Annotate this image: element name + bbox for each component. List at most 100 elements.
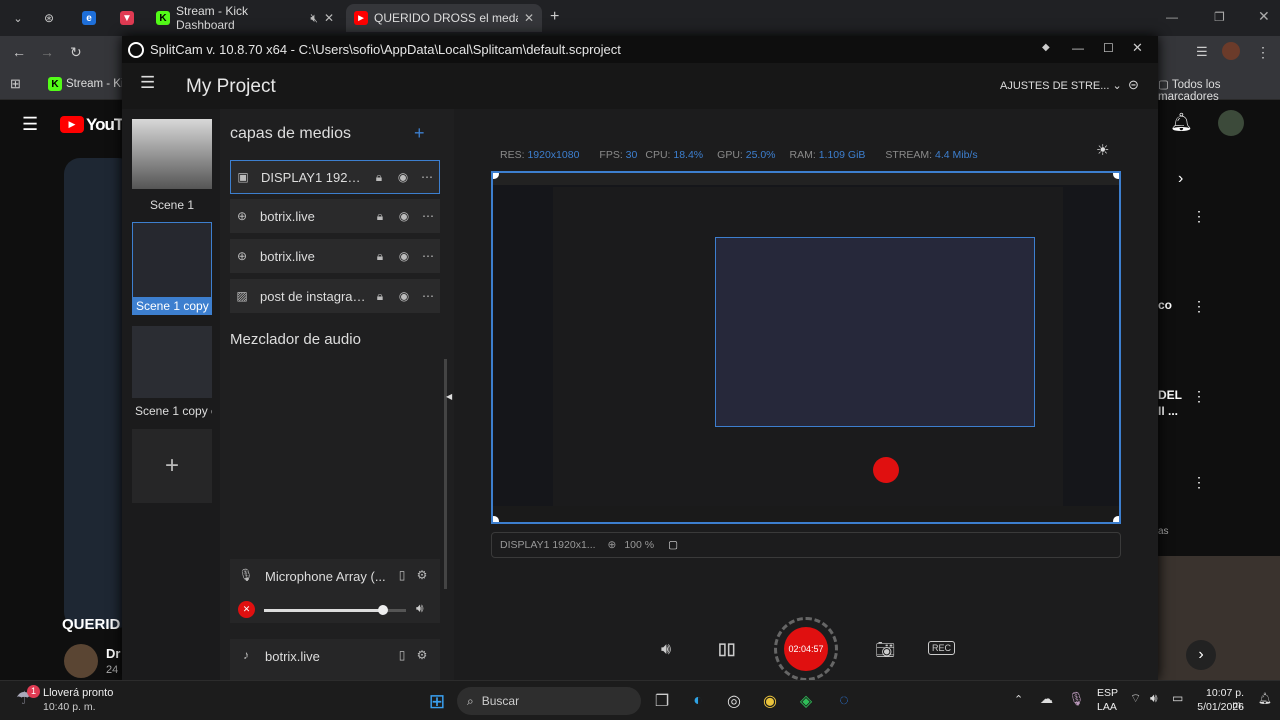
- battery-icon[interactable]: ▭: [1172, 691, 1183, 705]
- youtube-logo-icon[interactable]: ▶: [60, 116, 84, 133]
- notification-center-icon[interactable]: 🔔︎: [1258, 692, 1272, 705]
- notifications-icon[interactable]: 🔔︎: [1170, 112, 1193, 133]
- source-name[interactable]: DISPLAY1 1920x1...: [500, 539, 596, 551]
- add-scene-button[interactable]: +: [132, 429, 212, 503]
- gear-icon[interactable]: ⚙: [410, 563, 434, 587]
- link-icon[interactable]: ⊝: [1128, 77, 1139, 93]
- pinned-tab-2[interactable]: e: [74, 4, 104, 32]
- maximize-icon[interactable]: ☐: [1103, 41, 1114, 55]
- reload-icon[interactable]: ↻: [70, 44, 82, 61]
- taskbar-search[interactable]: ⌕ Buscar: [457, 687, 641, 715]
- pause-icon[interactable]: ▯▯: [718, 639, 736, 659]
- channel-avatar[interactable]: [64, 644, 98, 678]
- app-icon[interactable]: ◈: [792, 687, 820, 715]
- rec-icon[interactable]: REC: [928, 641, 956, 655]
- weather-title[interactable]: Lloverá pronto: [43, 687, 113, 699]
- hamburger-icon[interactable]: ☰: [22, 114, 38, 135]
- lock-icon[interactable]: 🔒︎: [368, 284, 392, 308]
- layer-item[interactable]: ▨ post de instagram... 🔒︎ ◉ ⋯: [230, 279, 440, 313]
- camera-icon[interactable]: 📷︎: [875, 640, 895, 660]
- mute-icon[interactable]: 🔇︎: [310, 11, 318, 26]
- volume-slider[interactable]: [264, 605, 406, 615]
- close-tab-icon[interactable]: ✕: [324, 11, 334, 25]
- preview-canvas[interactable]: [491, 171, 1121, 524]
- more-icon[interactable]: ⋮: [1192, 474, 1206, 491]
- resize-handle[interactable]: [1113, 516, 1119, 522]
- next-arrow-icon[interactable]: ›: [1186, 640, 1216, 670]
- user-avatar[interactable]: [1218, 110, 1244, 136]
- resize-handle[interactable]: [493, 516, 499, 522]
- more-icon[interactable]: ⋯: [416, 284, 440, 308]
- microphone-tray-icon[interactable]: 🎙︎: [1068, 691, 1085, 707]
- scene-label[interactable]: Scene 1: [132, 198, 212, 212]
- add-layer-button[interactable]: +: [414, 123, 425, 144]
- zoom-icon[interactable]: ⊕: [608, 539, 617, 551]
- sidebar-video-title[interactable]: co: [1158, 298, 1172, 312]
- cloud-icon[interactable]: ☁: [1040, 691, 1053, 707]
- fit-screen-icon[interactable]: ▢: [668, 539, 678, 551]
- project-name[interactable]: My Project: [186, 76, 276, 98]
- sidebar-thumbnail[interactable]: [1158, 556, 1280, 680]
- maximize-icon[interactable]: ❐: [1214, 10, 1225, 24]
- task-view-icon[interactable]: ❐: [648, 687, 676, 715]
- sidebar-video-title[interactable]: II ...: [1158, 404, 1178, 418]
- lock-icon[interactable]: 🔒︎: [368, 244, 392, 268]
- pinned-tab-1[interactable]: ⊛: [36, 4, 62, 32]
- edge-icon[interactable]: ◐: [684, 687, 712, 715]
- chrome-icon[interactable]: ◉: [756, 687, 784, 715]
- language-code[interactable]: ESP: [1097, 687, 1118, 699]
- more-icon[interactable]: ⋯: [416, 244, 440, 268]
- eye-icon[interactable]: ◉: [392, 204, 416, 228]
- scene-label[interactable]: Scene 1 copy c: [132, 404, 212, 418]
- zoom-level[interactable]: 100 %: [624, 539, 654, 551]
- profile-avatar[interactable]: [1222, 42, 1240, 60]
- lock-icon[interactable]: 🔒︎: [368, 204, 392, 228]
- more-icon[interactable]: ⋯: [416, 204, 440, 228]
- tab-kick-dashboard[interactable]: K Stream - Kick Dashboard 🔇︎ ✕: [148, 4, 342, 32]
- pinned-tab-3[interactable]: ▼: [112, 4, 142, 32]
- pin-icon[interactable]: ◆: [1042, 42, 1050, 53]
- more-icon[interactable]: ⋯: [415, 165, 439, 189]
- layer-item[interactable]: ⊕ botrix.live 🔒︎ ◉ ⋯: [230, 199, 440, 233]
- brightness-icon[interactable]: ☀: [1096, 141, 1109, 159]
- volume-tray-icon[interactable]: 🔊︎: [1150, 691, 1158, 706]
- volume-icon[interactable]: 🔊︎: [661, 641, 671, 659]
- lock-icon[interactable]: 🔒︎: [367, 165, 391, 189]
- menu-icon[interactable]: ⋮: [1256, 44, 1270, 61]
- scene-label-active[interactable]: Scene 1 copy: [132, 298, 212, 315]
- apps-icon[interactable]: ⊞: [10, 76, 21, 92]
- gear-icon[interactable]: ⚙: [410, 643, 434, 667]
- stream-settings-dropdown[interactable]: AJUSTES DE STRE... ⌄: [1000, 79, 1122, 92]
- sidebar-video-title[interactable]: DEL: [1158, 388, 1182, 402]
- resize-handle[interactable]: [1113, 173, 1119, 179]
- layer-item[interactable]: ▣ DISPLAY1 1920x10... 🔒︎ ◉ ⋯: [230, 160, 440, 194]
- back-icon[interactable]: ←: [12, 44, 26, 60]
- speaker-icon[interactable]: 🔊︎: [416, 601, 424, 616]
- scene-thumbnail[interactable]: [132, 119, 212, 189]
- eye-icon[interactable]: ◉: [392, 244, 416, 268]
- scene-thumbnail[interactable]: [132, 326, 212, 398]
- record-button[interactable]: 02:04:57: [774, 617, 838, 681]
- chrome-profile-icon[interactable]: ◎: [720, 687, 748, 715]
- volume-knob[interactable]: [378, 605, 389, 615]
- splitcam-icon[interactable]: ◌: [830, 687, 858, 715]
- forward-icon[interactable]: →: [40, 44, 54, 60]
- chevron-right-icon[interactable]: ›: [1178, 170, 1183, 188]
- tab-youtube-video[interactable]: ▶ QUERIDO DROSS el medallón n ✕: [346, 4, 542, 32]
- keyboard-layout[interactable]: LAA: [1097, 701, 1117, 713]
- close-icon[interactable]: ✕: [1258, 8, 1270, 25]
- close-tab-icon[interactable]: ✕: [524, 11, 534, 25]
- more-icon[interactable]: ⋮: [1192, 298, 1206, 315]
- collapse-arrow-icon[interactable]: ◀: [446, 392, 452, 401]
- channel-name[interactable]: Dr: [106, 646, 120, 661]
- muted-speaker-icon[interactable]: ✕: [238, 601, 255, 618]
- tab-search-button[interactable]: ⌄: [4, 4, 32, 32]
- minimize-icon[interactable]: —: [1072, 41, 1084, 55]
- media-icon[interactable]: ☰: [1196, 44, 1208, 60]
- eye-icon[interactable]: ◉: [391, 165, 415, 189]
- wifi-icon[interactable]: ⌔: [1130, 691, 1141, 706]
- eye-icon[interactable]: ◉: [392, 284, 416, 308]
- minimize-icon[interactable]: —: [1166, 10, 1178, 24]
- more-icon[interactable]: ⋮: [1192, 388, 1206, 405]
- close-icon[interactable]: ✕: [1132, 40, 1143, 56]
